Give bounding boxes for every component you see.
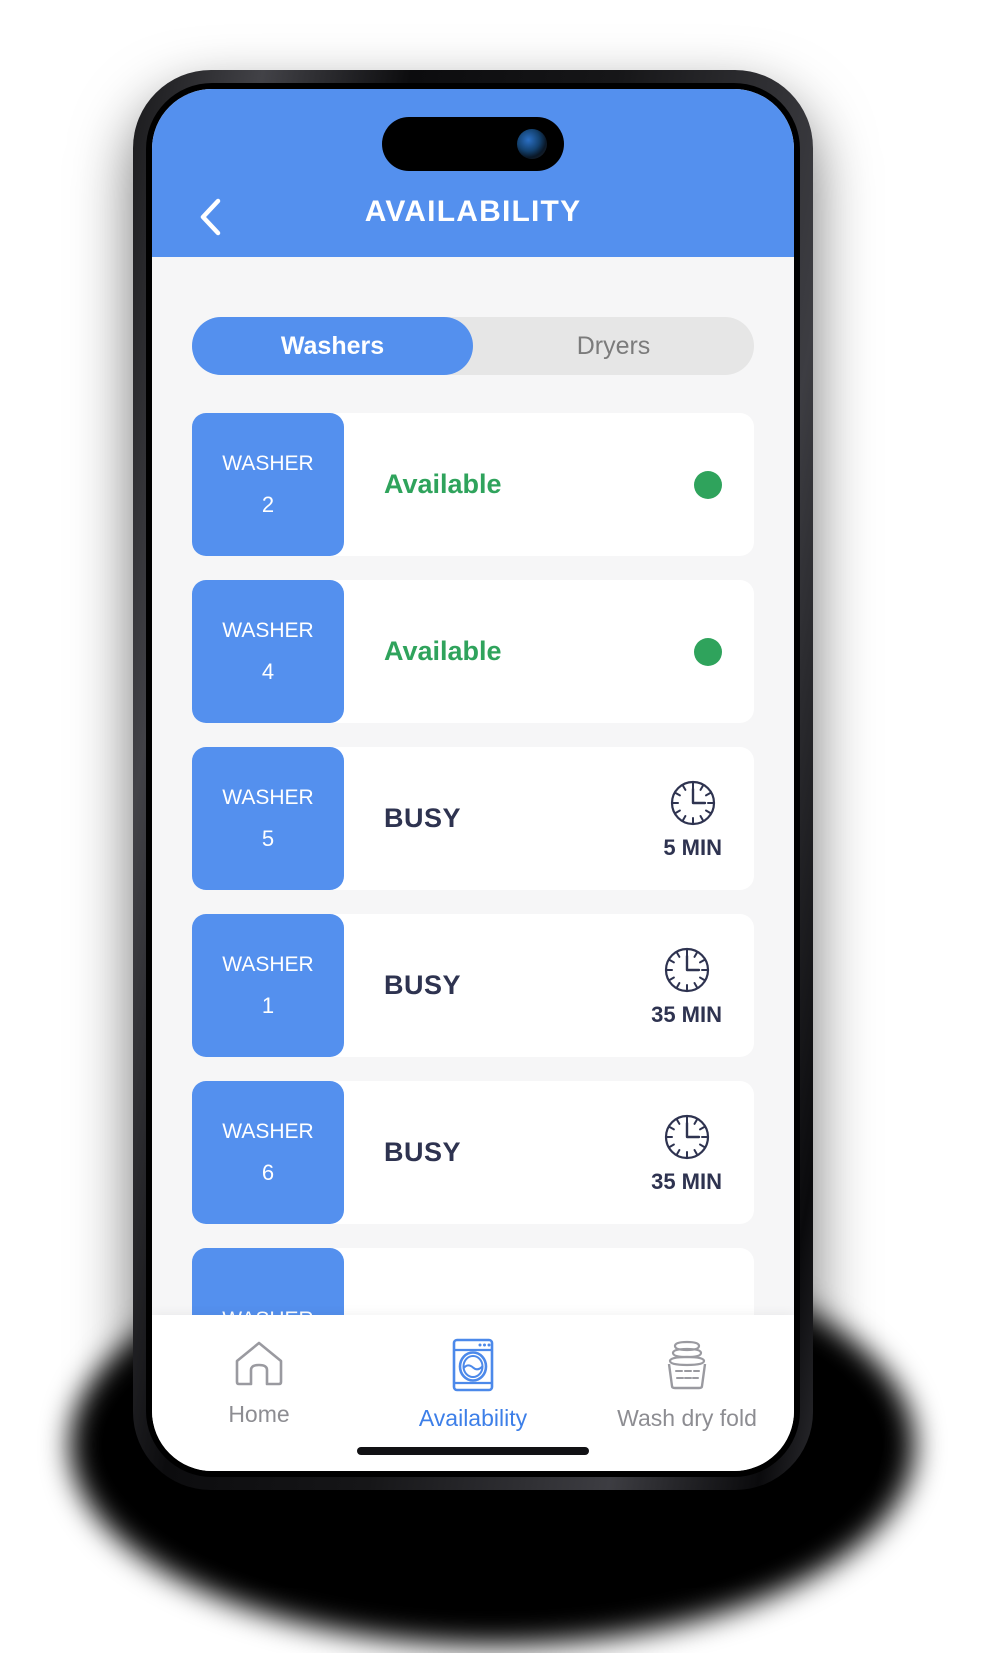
nav-item-availability[interactable]: Availability — [366, 1337, 580, 1432]
machine-type-label: WASHER — [222, 451, 314, 475]
machine-card[interactable]: WASHER 4 Available — [192, 580, 754, 723]
machine-type-label: WASHER — [222, 618, 314, 642]
machine-card-body: BUSY — [344, 747, 754, 890]
app-body: Washers Dryers WASHER 2 Available WASHER… — [152, 257, 794, 1315]
available-dot-icon — [694, 637, 722, 666]
tab-dryers-label: Dryers — [576, 331, 651, 360]
page-title: AVAILABILITY — [364, 195, 582, 228]
dynamic-island — [382, 117, 564, 171]
clock-icon — [670, 780, 715, 825]
remaining-time: 5 MIN — [663, 777, 722, 861]
machine-tile: WASHER 4 — [192, 580, 344, 723]
machine-card[interactable]: WASHER 6 BUSY 35 MIN — [192, 1081, 754, 1224]
machine-card-body: BUSY — [344, 914, 754, 1057]
available-dot-icon — [694, 470, 722, 499]
tab-dryers[interactable]: Dryers — [473, 317, 754, 375]
status-indicator — [694, 637, 722, 666]
clock-icon — [664, 1114, 709, 1159]
machine-number: 6 — [261, 1159, 275, 1185]
machine-type-label: WASHER — [222, 1119, 314, 1143]
machine-card[interactable]: WASHER 2 Available — [192, 413, 754, 556]
machine-tile: WASHER 5 — [192, 747, 344, 890]
phone-frame: AVAILABILITY Washers Dryers WASHER 2 Ava… — [133, 70, 813, 1490]
home-icon — [235, 1341, 283, 1386]
status-label: BUSY — [384, 970, 462, 1000]
clock-icon — [664, 947, 709, 992]
machine-type-label: WASHER — [222, 785, 314, 809]
status-label: Available — [384, 469, 502, 499]
nav-label-home: Home — [228, 1401, 290, 1427]
phone-screen: AVAILABILITY Washers Dryers WASHER 2 Ava… — [152, 89, 794, 1471]
machine-tile: WASHER — [192, 1248, 344, 1315]
nav-label-wash-dry-fold: Wash dry fold — [617, 1405, 757, 1431]
tab-washers[interactable]: Washers — [192, 317, 473, 375]
machine-tile: WASHER 2 — [192, 413, 344, 556]
machine-number: 1 — [261, 992, 275, 1018]
status-label: BUSY — [384, 803, 462, 833]
nav-label-availability: Availability — [418, 1405, 528, 1431]
phone-bezel: AVAILABILITY Washers Dryers WASHER 2 Ava… — [146, 83, 800, 1477]
machine-card-body: BUSY — [344, 1081, 754, 1224]
nav-item-wash-dry-fold[interactable]: Wash dry fold — [580, 1337, 794, 1432]
machine-card-body — [344, 1248, 754, 1315]
machine-tile: WASHER 1 — [192, 914, 344, 1057]
status-indicator — [694, 470, 722, 499]
machine-card-body: Available — [344, 580, 754, 723]
machine-list: WASHER 2 Available WASHER 4 Available WA… — [152, 413, 794, 1315]
status-label: Available — [384, 636, 502, 666]
status-label: BUSY — [384, 1137, 462, 1167]
machine-card-body: Available — [344, 413, 754, 556]
laundry-basket-icon — [667, 1340, 707, 1390]
machine-type-label: WASHER — [222, 952, 314, 976]
nav-item-home[interactable]: Home — [152, 1337, 366, 1428]
remaining-time: 35 MIN — [651, 1111, 722, 1195]
front-camera-lens-icon — [517, 129, 547, 159]
machine-tile: WASHER 6 — [192, 1081, 344, 1224]
remaining-time-label: 35 MIN — [651, 1001, 722, 1027]
segmented-control: Washers Dryers — [192, 317, 754, 375]
machine-card[interactable]: WASHER 5 BUSY 5 MIN — [192, 747, 754, 890]
machine-card[interactable]: WASHER 1 BUSY 35 MIN — [192, 914, 754, 1057]
machine-type-label: WASHER — [222, 1300, 313, 1315]
remaining-time-label: 35 MIN — [651, 1168, 722, 1194]
machine-number: 5 — [261, 825, 275, 851]
machine-number: 4 — [261, 658, 275, 684]
remaining-time-label: 5 MIN — [663, 834, 722, 860]
app-header: AVAILABILITY — [152, 89, 794, 257]
machine-card-partial[interactable]: WASHER — [192, 1248, 754, 1315]
machine-number: 2 — [261, 491, 275, 517]
home-indicator[interactable] — [357, 1447, 589, 1455]
washing-machine-icon — [452, 1338, 494, 1392]
remaining-time: 35 MIN — [651, 944, 722, 1028]
tab-washers-label: Washers — [280, 331, 385, 360]
